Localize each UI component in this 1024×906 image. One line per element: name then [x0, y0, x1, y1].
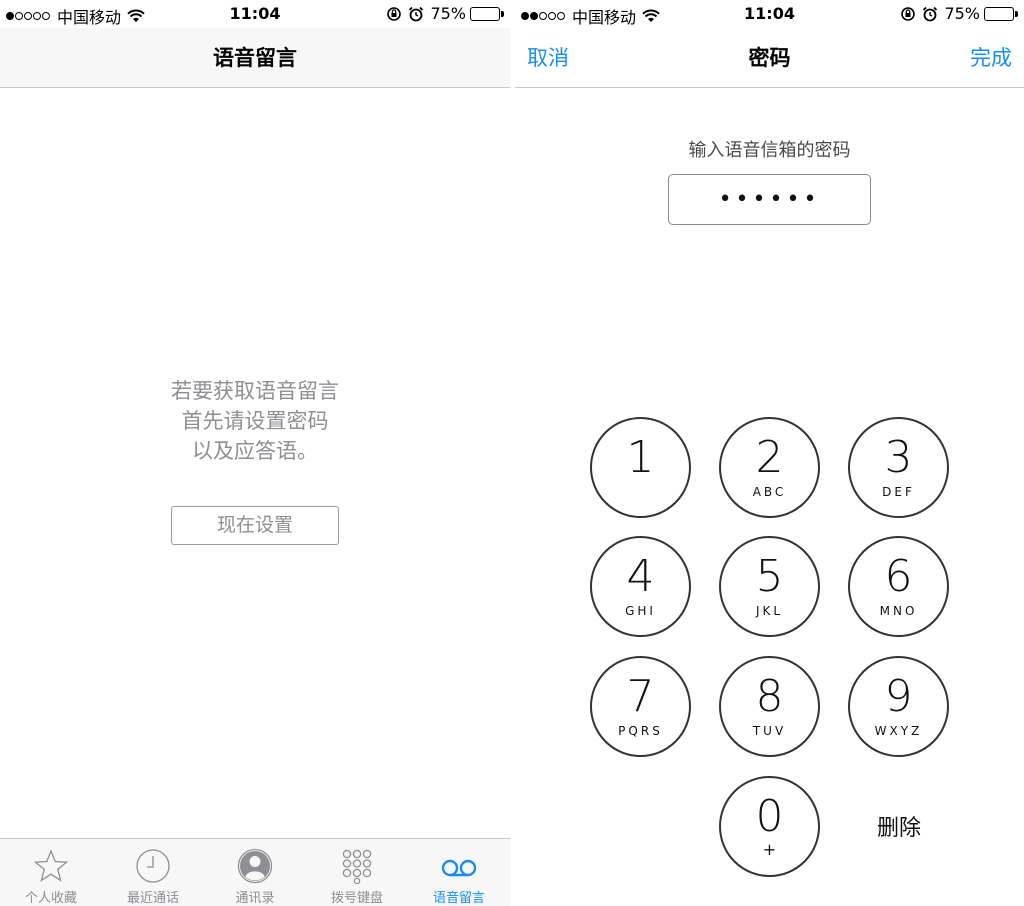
key-digit: 1 — [626, 432, 655, 483]
key-7[interactable]: 7 PQRS — [590, 656, 691, 757]
number-keypad: 1 2 ABC 3 DEF 4 GHI 5 JKL 6 MNO 7 PQRS 8… — [515, 0, 1024, 906]
tab-voicemail[interactable]: 语音留言 — [408, 839, 510, 906]
clock-icon — [136, 849, 170, 883]
instruction-line: 以及应答语。 — [192, 439, 318, 463]
key-digit: 5 — [755, 551, 784, 602]
voicemail-screen: 中国移动 11:04 75% 语音留言 若要获取语音留言 首先请设置密码 以及应… — [0, 0, 510, 906]
contacts-icon — [237, 848, 273, 884]
tab-label: 通讯录 — [235, 891, 275, 906]
key-digit: 4 — [626, 551, 655, 602]
key-1[interactable]: 1 — [590, 417, 691, 518]
key-letters: PQRS — [618, 724, 663, 738]
navigation-bar: 语音留言 — [0, 28, 510, 88]
tab-label: 语音留言 — [432, 891, 485, 906]
key-4[interactable]: 4 GHI — [590, 536, 691, 637]
keypad-icon — [342, 849, 372, 884]
tab-keypad[interactable]: 拨号键盘 — [306, 839, 408, 906]
key-9[interactable]: 9 WXYZ — [848, 656, 949, 757]
key-0[interactable]: 0 + — [719, 776, 820, 877]
tab-bar: 个人收藏 最近通话 通讯录 拨号键盘 语音留言 — [0, 838, 510, 906]
status-bar: 中国移动 11:04 75% — [0, 0, 510, 28]
key-letters: MNO — [879, 604, 918, 618]
battery-percentage: 75% — [430, 4, 466, 23]
page-title: 语音留言 — [213, 46, 297, 70]
tab-recents[interactable]: 最近通话 — [102, 839, 204, 906]
setup-now-button[interactable]: 现在设置 — [171, 506, 339, 545]
key-2[interactable]: 2 ABC — [719, 417, 820, 518]
delete-button[interactable]: 删除 — [851, 810, 947, 842]
key-letters: GHI — [625, 604, 656, 618]
key-digit: 9 — [884, 671, 913, 722]
key-3[interactable]: 3 DEF — [848, 417, 949, 518]
key-digit: 2 — [755, 432, 784, 483]
key-letters: WXYZ — [874, 724, 923, 738]
setup-instructions: 若要获取语音留言 首先请设置密码 以及应答语。 — [0, 376, 510, 466]
key-letters: ABC — [752, 485, 787, 499]
key-letters: + — [762, 840, 777, 859]
tab-label: 个人收藏 — [24, 891, 77, 906]
tab-contacts[interactable]: 通讯录 — [204, 839, 306, 906]
key-digit: 0 — [755, 791, 784, 842]
tab-label: 拨号键盘 — [330, 891, 383, 906]
key-digit: 6 — [884, 551, 913, 602]
key-digit: 7 — [626, 671, 655, 722]
key-digit: 8 — [755, 671, 784, 722]
instruction-line: 首先请设置密码 — [181, 409, 329, 433]
key-digit: 3 — [884, 432, 913, 483]
key-8[interactable]: 8 TUV — [719, 656, 820, 757]
key-letters: JKL — [755, 604, 784, 618]
battery-icon — [470, 6, 504, 21]
star-icon — [33, 849, 69, 882]
rotation-lock-icon — [387, 6, 402, 21]
key-letters: DEF — [882, 485, 915, 499]
key-letters: TUV — [752, 724, 787, 738]
password-screen: 中国移动 11:04 75% 取消 密码 完成 输入语音信箱的密码 ••••••… — [515, 0, 1024, 906]
voicemail-icon — [441, 859, 477, 877]
instruction-line: 若要获取语音留言 — [171, 379, 339, 403]
key-5[interactable]: 5 JKL — [719, 536, 820, 637]
tab-favorites[interactable]: 个人收藏 — [0, 839, 102, 906]
key-6[interactable]: 6 MNO — [848, 536, 949, 637]
alarm-icon — [409, 6, 424, 21]
tab-label: 最近通话 — [126, 891, 179, 906]
